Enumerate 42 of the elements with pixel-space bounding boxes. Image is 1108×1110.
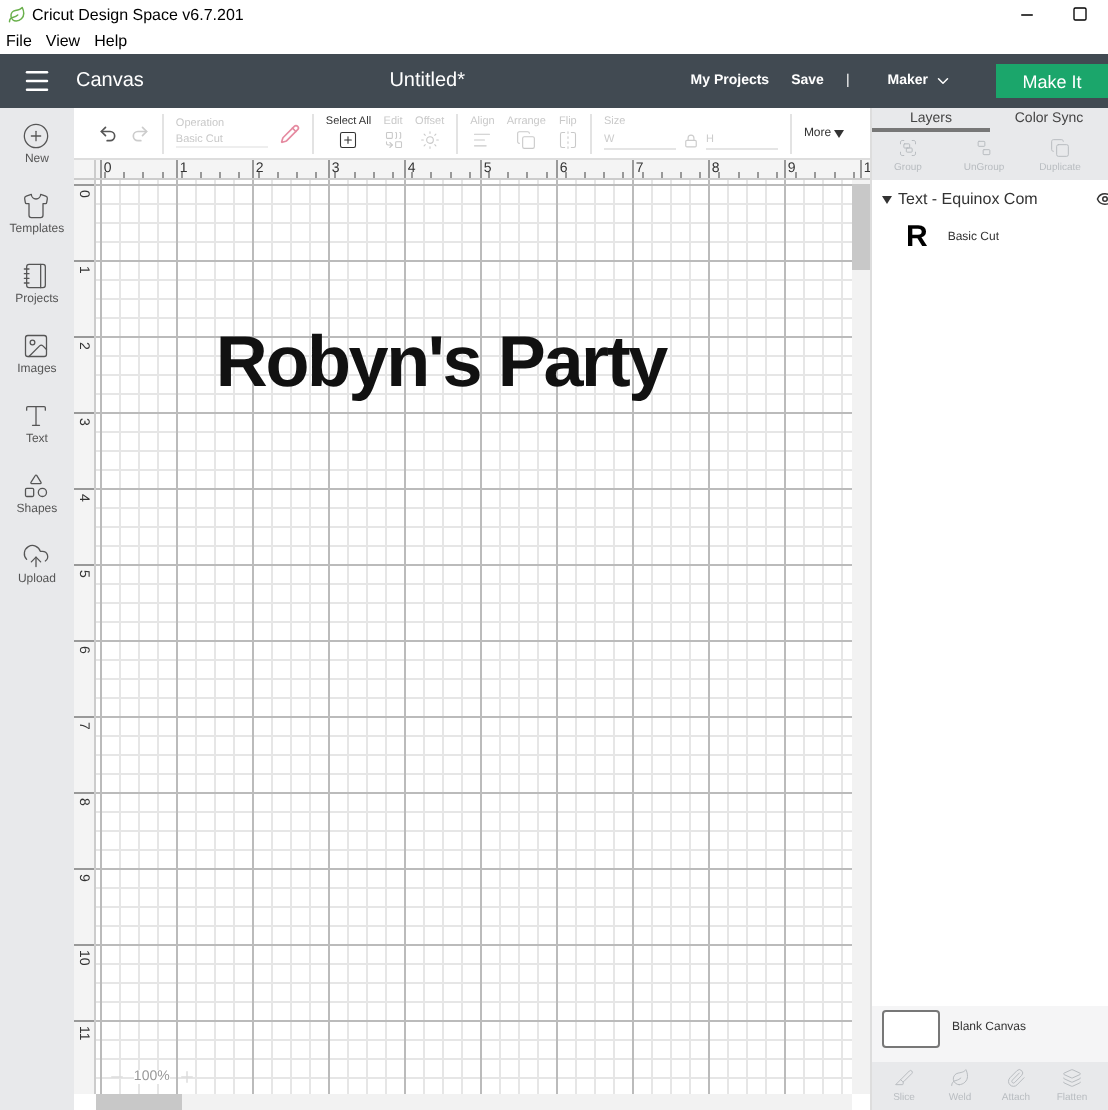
window-title: Cricut Design Space v6.7.201 <box>32 5 246 23</box>
expand-caret-icon[interactable] <box>882 195 892 203</box>
layer-thumbnail: R <box>906 220 928 254</box>
paperclip-icon <box>1006 1068 1026 1088</box>
notebook-icon <box>22 262 51 290</box>
duplicate-icon <box>1050 138 1070 158</box>
pen-icon[interactable] <box>279 123 300 143</box>
new-icon <box>22 122 51 150</box>
slice-icon <box>894 1068 914 1088</box>
zoom-in-icon[interactable] <box>177 1068 196 1086</box>
canvas-swatch[interactable] <box>882 1009 940 1047</box>
ungroup-icon <box>974 138 994 158</box>
group-icon <box>898 138 918 158</box>
flip-icon <box>557 130 578 150</box>
shapes-icon <box>22 472 51 500</box>
app-logo-icon <box>8 5 26 23</box>
undo-icon[interactable] <box>97 123 118 143</box>
menu-item[interactable]: Help <box>94 32 128 50</box>
layer-name[interactable]: Text - Equinox Com <box>898 190 1090 208</box>
maximize-icon[interactable] <box>1072 5 1088 21</box>
align-icon <box>472 130 493 150</box>
edit-icon <box>383 130 404 150</box>
menu-item[interactable]: File <box>6 32 32 50</box>
menu-item[interactable]: View <box>45 32 81 50</box>
select-all-icon <box>338 130 359 150</box>
scrollbar-thumb[interactable] <box>852 184 870 270</box>
scrollbar-thumb[interactable] <box>95 1094 182 1110</box>
cloud-upload-icon <box>22 542 51 570</box>
scrollbar[interactable] <box>852 180 870 1094</box>
layers-icon <box>1062 1068 1082 1088</box>
chevron-down-icon[interactable] <box>934 72 952 90</box>
canvas-text[interactable]: Robyn's Party <box>215 320 666 404</box>
caret-icon <box>833 129 844 137</box>
section-title: Canvas <box>76 70 144 92</box>
scrollbar[interactable] <box>95 1094 852 1110</box>
text-icon <box>22 402 51 430</box>
menu-icon[interactable] <box>22 66 52 96</box>
shirt-icon <box>22 192 51 220</box>
document-title: Untitled* <box>389 70 465 92</box>
arrange-icon <box>516 130 537 150</box>
lock-icon[interactable] <box>683 134 698 148</box>
image-icon <box>22 332 51 360</box>
